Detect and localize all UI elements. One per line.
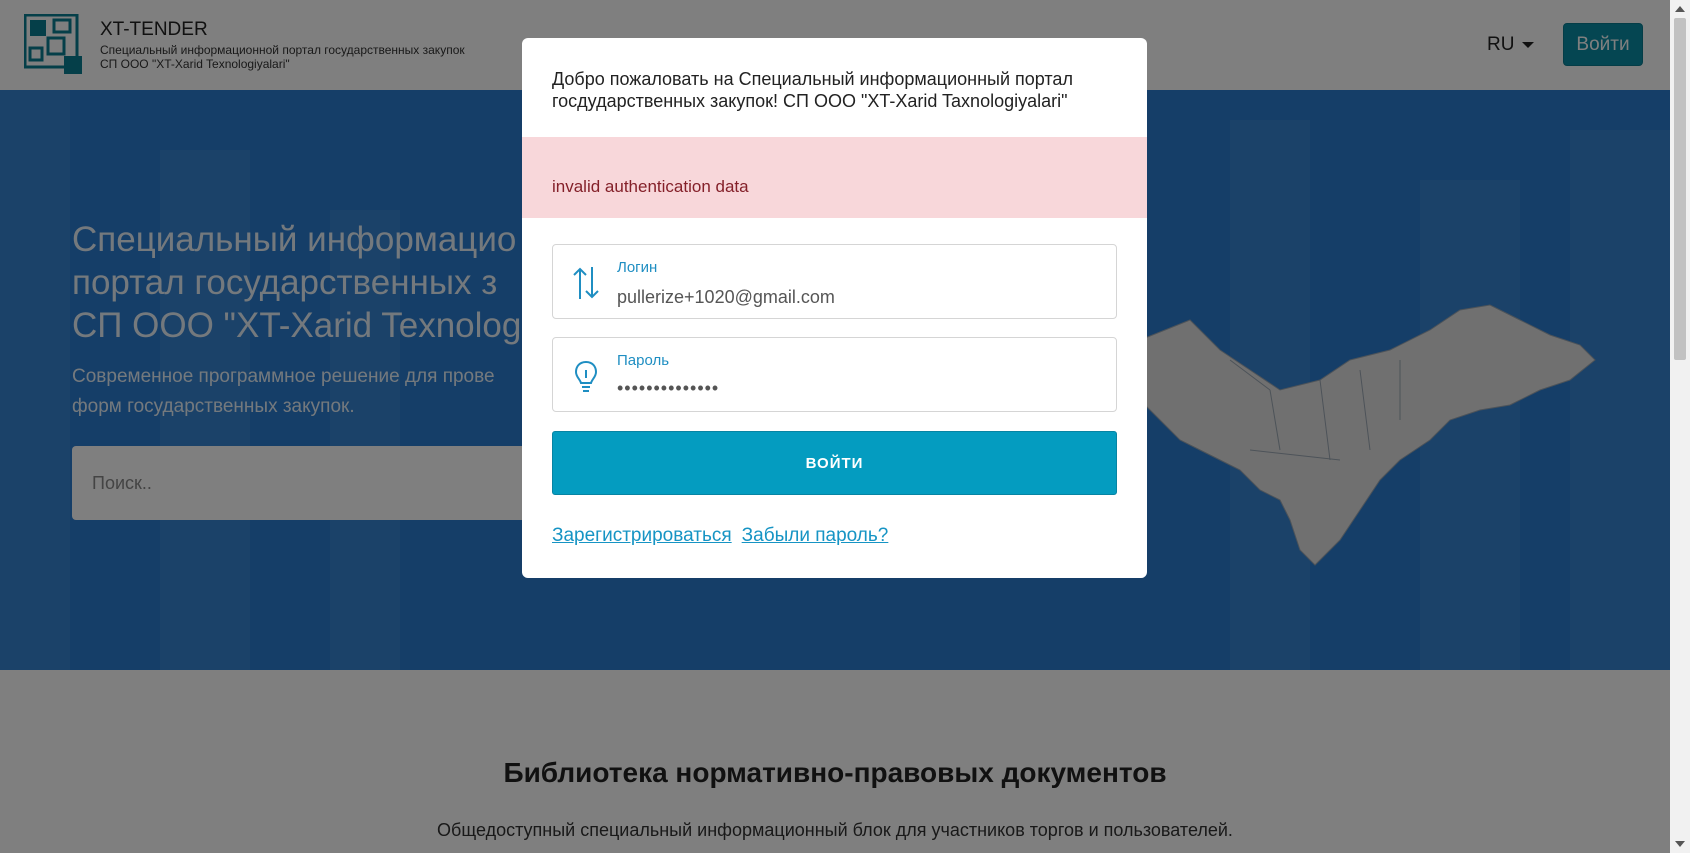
page-scrollbar[interactable] (1670, 0, 1690, 853)
modal-links: Зарегистрироваться Забыли пароль? (552, 525, 888, 547)
login-modal: Добро пожаловать на Специальный информац… (522, 38, 1147, 578)
scroll-down-icon[interactable] (1675, 841, 1685, 847)
lightbulb-icon (571, 358, 601, 394)
forgot-password-link[interactable]: Забыли пароль? (742, 525, 889, 546)
password-input[interactable]: •••••••••••••• (617, 378, 719, 399)
register-link[interactable]: Зарегистрироваться (552, 525, 732, 546)
login-field[interactable]: Логин pullerize+1020@gmail.com (552, 244, 1117, 319)
login-label: Логин (617, 259, 658, 276)
scroll-up-icon[interactable] (1675, 6, 1685, 12)
error-alert: invalid authentication data (522, 137, 1147, 218)
login-input[interactable]: pullerize+1020@gmail.com (617, 287, 835, 308)
password-label: Пароль (617, 352, 670, 369)
submit-login-button[interactable]: ВОЙТИ (552, 431, 1117, 495)
password-field[interactable]: Пароль •••••••••••••• (552, 337, 1117, 412)
scrollbar-thumb[interactable] (1674, 18, 1686, 360)
error-message: invalid authentication data (552, 177, 749, 196)
welcome-message: Добро пожаловать на Специальный информац… (552, 69, 1073, 111)
swap-vertical-icon (571, 265, 601, 301)
